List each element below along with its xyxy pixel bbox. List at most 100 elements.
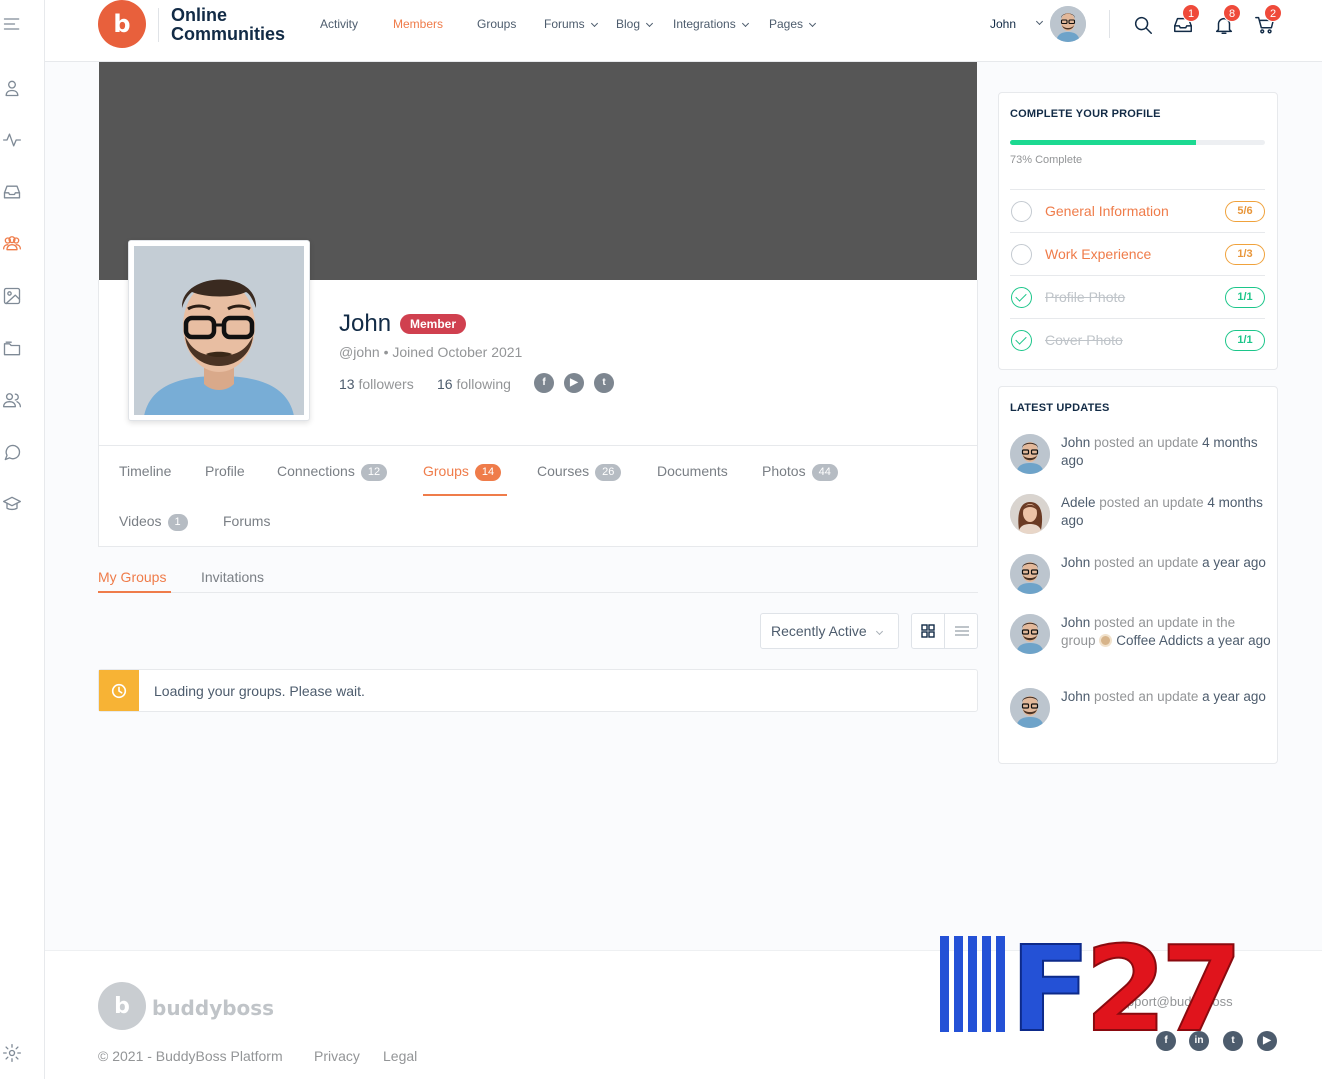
update-text: John posted an update in the group Coffe… [1061, 615, 1271, 648]
count-badge: 1 [167, 514, 188, 531]
loading-notice: Loading your groups. Please wait. [98, 669, 978, 712]
clock-icon [99, 670, 139, 711]
footer-logo-icon[interactable]: b [98, 982, 146, 1030]
profile-step-work-experience[interactable]: Work Experience 1/3 [1010, 232, 1265, 275]
profile-name: John [339, 310, 392, 337]
profile-step-cover-photo[interactable]: Cover Photo 1/1 [1010, 318, 1265, 361]
forums-icon[interactable] [0, 440, 24, 464]
step-label[interactable]: Profile Photo [1045, 289, 1125, 305]
watermark-overlay: F27 [938, 919, 1313, 1059]
update-text: John posted an update 4 months ago [1061, 435, 1258, 468]
connections-icon[interactable] [0, 388, 24, 412]
tab-photos[interactable]: Photos 44 [762, 463, 838, 482]
check-circle-icon [1011, 287, 1032, 308]
tab-timeline[interactable]: Timeline [119, 463, 171, 479]
count-badge: 14 [474, 464, 502, 481]
messages-inbox-icon[interactable]: 1 [1172, 4, 1200, 36]
subtab-invitations[interactable]: Invitations [201, 569, 264, 585]
cart-icon[interactable]: 2 [1254, 4, 1282, 36]
update-text: John posted an update a year ago [1061, 689, 1266, 704]
courses-icon[interactable] [0, 492, 24, 516]
step-label[interactable]: Cover Photo [1045, 332, 1123, 348]
settings-gear-icon[interactable] [0, 1041, 24, 1065]
folder-icon[interactable] [0, 336, 24, 360]
search-icon[interactable] [1132, 14, 1154, 36]
notice-text: Loading your groups. Please wait. [154, 683, 365, 699]
step-label[interactable]: Work Experience [1045, 246, 1151, 262]
step-progress-badge: 1/1 [1225, 330, 1265, 351]
chevron-down-icon [875, 627, 883, 636]
inbox-icon[interactable] [0, 180, 24, 204]
profile-progress-bar [1010, 140, 1265, 145]
view-switcher [911, 613, 978, 649]
watermark-text: F27 [1010, 930, 1237, 1040]
footer-brand[interactable]: buddyboss [152, 996, 274, 1020]
notifications-bell-icon[interactable]: 8 [1213, 4, 1241, 36]
nav-item-activity[interactable]: Activity [320, 17, 358, 31]
widget-title: COMPLETE YOUR PROFILE [1010, 108, 1161, 120]
tab-connections[interactable]: Connections 12 [277, 463, 388, 482]
profile-avatar[interactable] [128, 240, 310, 421]
nav-item-pages[interactable]: Pages [769, 17, 817, 31]
site-title[interactable]: Online Communities [171, 6, 311, 44]
step-label[interactable]: General Information [1045, 203, 1169, 219]
tab-videos[interactable]: Videos 1 [119, 513, 188, 532]
subtab-my-groups[interactable]: My Groups [98, 569, 166, 585]
avatar[interactable] [1010, 434, 1050, 474]
header-divider [1109, 10, 1110, 38]
subtabs-divider [98, 592, 978, 593]
tab-documents[interactable]: Documents [657, 463, 728, 479]
chevron-down-icon [808, 19, 817, 28]
activity-icon[interactable] [0, 128, 24, 152]
youtube-icon[interactable]: ▶ [564, 373, 584, 393]
footer-link-privacy[interactable]: Privacy [314, 1048, 360, 1064]
profile-step-profile-photo[interactable]: Profile Photo 1/1 [1010, 275, 1265, 318]
grid-view-icon[interactable] [912, 614, 945, 648]
profile-icon[interactable] [0, 76, 24, 100]
complete-profile-widget: COMPLETE YOUR PROFILE 73% Complete Gener… [998, 92, 1278, 370]
step-status-icon [1011, 201, 1032, 222]
list-view-icon[interactable] [945, 614, 978, 648]
avatar[interactable] [1010, 554, 1050, 594]
chevron-down-icon [741, 19, 749, 28]
tab-groups[interactable]: Groups 14 [423, 463, 502, 482]
nav-item-groups[interactable]: Groups [477, 17, 516, 31]
avatar[interactable] [1010, 494, 1050, 534]
sort-select[interactable]: Recently Active [760, 613, 899, 649]
chevron-down-icon[interactable] [1035, 17, 1044, 26]
groups-icon[interactable] [0, 231, 24, 255]
tab-forums[interactable]: Forums [223, 513, 270, 529]
avatar[interactable] [1010, 614, 1050, 654]
facebook-icon[interactable]: f [534, 373, 554, 393]
avatar[interactable] [1010, 688, 1050, 728]
group-avatar-icon[interactable] [1099, 634, 1113, 647]
check-circle-icon [1011, 330, 1032, 351]
user-menu-name[interactable]: John [990, 17, 1016, 31]
menu-toggle-icon[interactable] [0, 12, 24, 36]
progress-fill [1010, 140, 1197, 145]
step-status-icon [1011, 244, 1032, 265]
nav-item-forums[interactable]: Forums [544, 17, 598, 31]
profile-step-general-information[interactable]: General Information 5/6 [1010, 189, 1265, 232]
chevron-down-icon [590, 19, 598, 28]
tab-courses[interactable]: Courses 26 [537, 463, 622, 482]
user-avatar[interactable] [1050, 6, 1086, 42]
site-logo-icon[interactable]: b [98, 0, 146, 48]
footer-link-legal[interactable]: Legal [383, 1048, 417, 1064]
followers-count[interactable]: 13 followers [339, 376, 414, 392]
active-tab-indicator [423, 494, 507, 496]
twitter-icon[interactable]: t [594, 373, 614, 393]
nav-item-blog[interactable]: Blog [616, 17, 654, 31]
step-progress-badge: 5/6 [1225, 201, 1265, 222]
tab-profile[interactable]: Profile [205, 463, 245, 479]
logo-divider [158, 8, 159, 42]
following-count[interactable]: 16 following [437, 376, 511, 392]
nav-item-integrations[interactable]: Integrations [673, 17, 749, 31]
profile-meta: @john • Joined October 2021 [339, 344, 523, 360]
photos-icon[interactable] [0, 284, 24, 308]
nav-item-members[interactable]: Members [393, 17, 443, 31]
count-badge: 44 [811, 464, 838, 481]
top-header: b Online Communities Activity Members Gr… [45, 0, 1322, 62]
step-progress-badge: 1/1 [1225, 287, 1265, 308]
count-badge: 12 [360, 464, 388, 481]
